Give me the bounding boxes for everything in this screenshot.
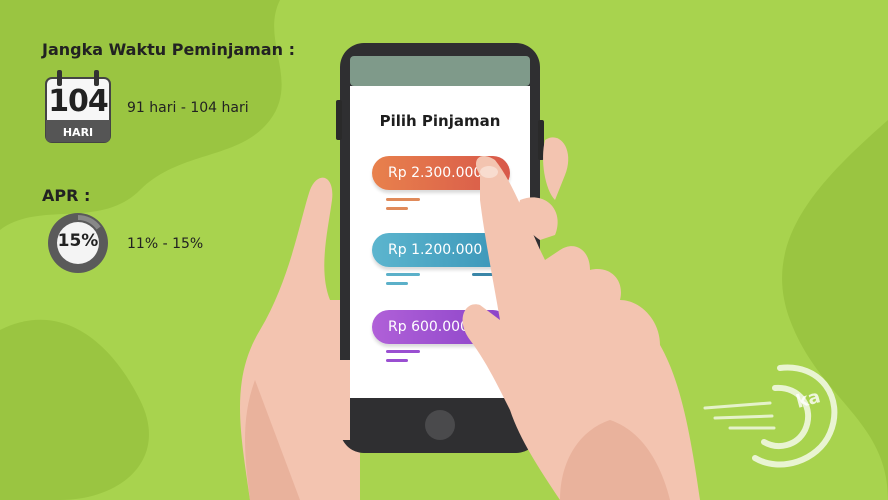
logo-watermark-icon: ka	[703, 364, 838, 468]
svg-text:ka: ka	[794, 386, 823, 413]
